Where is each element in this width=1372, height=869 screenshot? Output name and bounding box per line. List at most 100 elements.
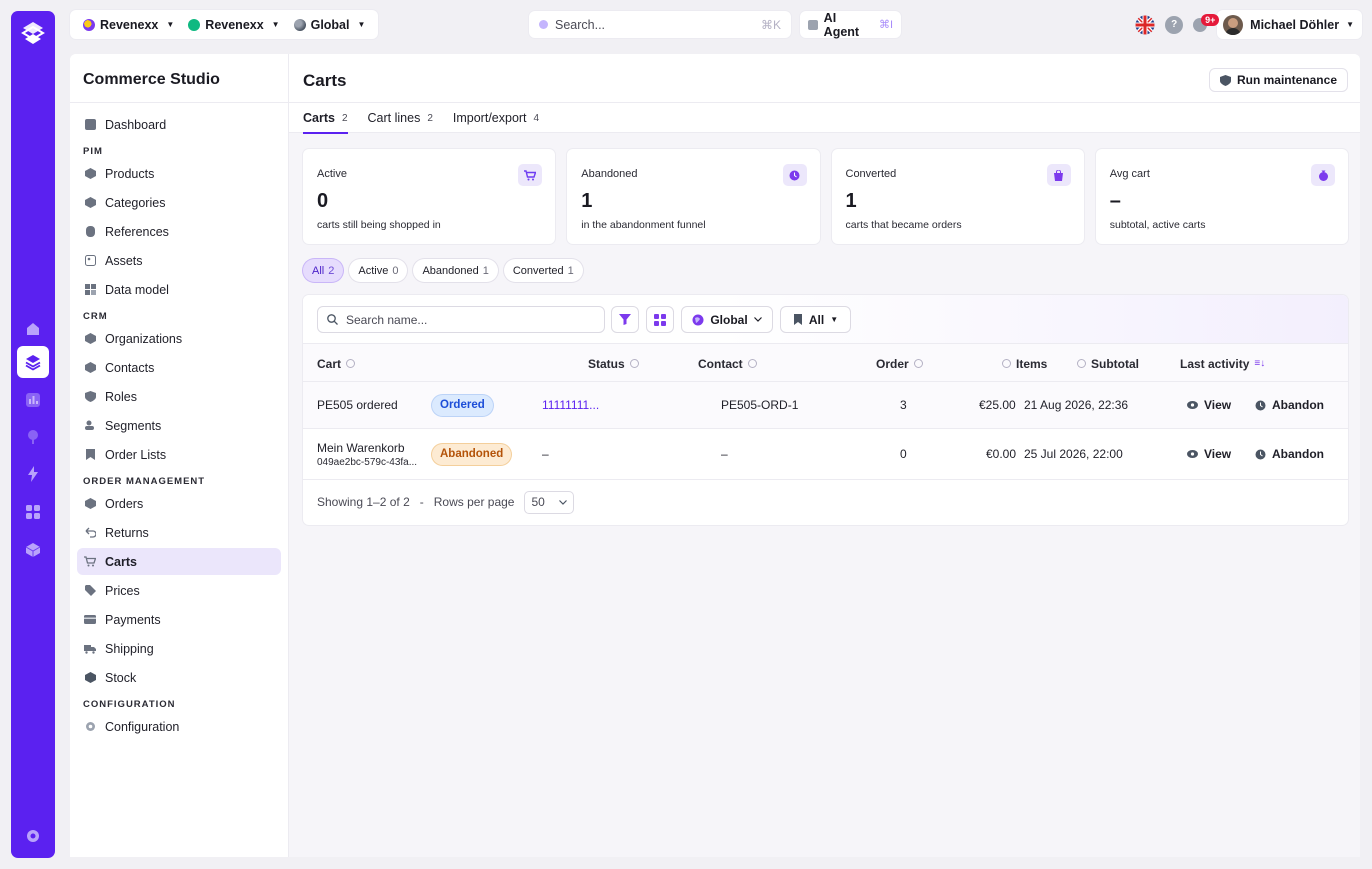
dashboard-icon xyxy=(84,119,96,131)
sidebar-nav: Dashboard PIM Products Categories Refere… xyxy=(70,103,288,750)
table-row[interactable]: PE505 ordered Ordered 11111111... PE505-… xyxy=(303,382,1348,429)
rows-per-page-select[interactable]: 50 xyxy=(524,490,575,514)
chip-label: Converted xyxy=(512,264,564,277)
table-search-placeholder: Search name... xyxy=(346,312,428,327)
apps-grid-icon[interactable] xyxy=(17,496,49,528)
table-search-input[interactable]: Search name... xyxy=(317,306,605,333)
column-header-items[interactable]: Items xyxy=(1002,344,1047,383)
abandon-button[interactable]: Abandon xyxy=(1255,382,1324,428)
stat-card-avg-cart: Avg cart – subtotal, active carts xyxy=(1095,149,1348,244)
cube-icon[interactable] xyxy=(17,534,49,566)
sidebar-item-references[interactable]: References xyxy=(77,218,281,245)
sidebar-item-categories[interactable]: Categories xyxy=(77,189,281,216)
channel-selector[interactable]: Revenexx ▼ xyxy=(183,10,284,39)
sidebar-item-label: Orders xyxy=(105,496,144,511)
content-area: Carts Run maintenance Carts 2 Cart lines… xyxy=(289,54,1360,857)
filter-button[interactable] xyxy=(611,306,639,333)
uk-flag-icon[interactable] xyxy=(1135,15,1155,35)
chip-abandoned[interactable]: Abandoned 1 xyxy=(413,259,498,282)
bookmark-icon xyxy=(793,314,802,325)
chip-count: 1 xyxy=(482,264,489,277)
sidebar-item-orders[interactable]: Orders xyxy=(77,490,281,517)
column-header-order[interactable]: Order xyxy=(876,344,923,383)
help-icon[interactable]: ? xyxy=(1165,15,1184,34)
scope-selector[interactable]: Global ▼ xyxy=(289,10,371,39)
sidebar-item-order-lists[interactable]: Order Lists xyxy=(77,441,281,468)
stat-value: 0 xyxy=(317,190,329,212)
truck-icon xyxy=(84,643,96,655)
sidebar-item-data-model[interactable]: Data model xyxy=(77,276,281,303)
chevron-down-icon xyxy=(753,317,762,322)
sidebar-item-label: Stock xyxy=(105,670,137,685)
search-icon xyxy=(327,314,338,325)
columns-button[interactable] xyxy=(646,306,674,333)
column-header-cart[interactable]: Cart xyxy=(317,344,356,383)
stat-caption: carts that became orders xyxy=(845,219,962,231)
order-number: PE505-ORD-1 xyxy=(721,398,799,412)
notifications-button[interactable]: 9+ xyxy=(1193,13,1220,32)
last-activity: 21 Aug 2026, 22:36 xyxy=(1024,398,1129,412)
column-header-contact[interactable]: Contact xyxy=(698,344,757,383)
stat-card-converted: Converted 1 carts that became orders xyxy=(831,149,1084,244)
run-maintenance-button[interactable]: Run maintenance xyxy=(1208,68,1348,92)
items-count: 3 xyxy=(900,398,907,412)
chevron-down-icon: ▼ xyxy=(357,20,366,29)
user-menu[interactable]: Michael Döhler ▼ xyxy=(1217,10,1362,39)
sidebar-item-products[interactable]: Products xyxy=(77,160,281,187)
column-label: Contact xyxy=(698,356,743,371)
sidebar-item-assets[interactable]: Assets xyxy=(77,247,281,274)
chip-active[interactable]: Active 0 xyxy=(349,259,408,282)
stat-label: Active xyxy=(317,168,347,180)
sidebar-item-roles[interactable]: Roles xyxy=(77,383,281,410)
location-pin-icon[interactable] xyxy=(17,421,49,453)
cart-name: Mein Warenkorb xyxy=(317,440,405,455)
column-header-status[interactable]: Status xyxy=(588,344,639,383)
sidebar-item-organizations[interactable]: Organizations xyxy=(77,325,281,352)
column-label: Subtotal xyxy=(1091,356,1139,371)
sidebar-item-shipping[interactable]: Shipping xyxy=(77,635,281,662)
tenant-label: Revenexx xyxy=(100,17,159,32)
sidebar-item-carts[interactable]: Carts xyxy=(77,548,281,575)
tab-cart-lines[interactable]: Cart lines 2 xyxy=(368,103,433,133)
global-search-input[interactable]: Search... ⌘K xyxy=(529,11,791,38)
eye-icon xyxy=(1187,401,1198,409)
commerce-layers-icon[interactable] xyxy=(17,346,49,378)
brand-logo-icon[interactable] xyxy=(19,19,47,47)
sidebar-item-configuration[interactable]: Configuration xyxy=(77,713,281,740)
table-row[interactable]: Mein Warenkorb 049ae2bc-579c-43fa... Aba… xyxy=(303,429,1348,480)
settings-gear-icon[interactable] xyxy=(17,820,49,852)
contact-link[interactable]: 11111111... xyxy=(542,382,599,428)
cart-icon xyxy=(518,164,543,186)
chip-count: 1 xyxy=(567,264,574,277)
carts-table-card: Search name... Global All ▼ Cart Status … xyxy=(303,295,1348,525)
column-header-subtotal[interactable]: Subtotal xyxy=(1077,344,1139,383)
sidebar-item-stock[interactable]: Stock xyxy=(77,664,281,691)
chip-converted[interactable]: Converted 1 xyxy=(503,259,583,282)
pagination-summary: Showing 1–2 of 2 xyxy=(317,495,410,509)
column-header-last-activity[interactable]: Last activity ≡↓ xyxy=(1180,344,1265,383)
tab-carts[interactable]: Carts 2 xyxy=(303,103,348,134)
tab-import-export[interactable]: Import/export 4 xyxy=(453,103,539,133)
sidebar-item-returns[interactable]: Returns xyxy=(77,519,281,546)
app-rail xyxy=(11,11,55,858)
home-icon[interactable] xyxy=(17,313,49,345)
tenant-selector[interactable]: Revenexx ▼ xyxy=(78,10,179,39)
view-button[interactable]: View xyxy=(1187,429,1231,479)
scope-label: Global xyxy=(310,17,350,32)
sidebar-item-prices[interactable]: Prices xyxy=(77,577,281,604)
sidebar-item-segments[interactable]: Segments xyxy=(77,412,281,439)
sidebar-item-payments[interactable]: Payments xyxy=(77,606,281,633)
search-placeholder: Search... xyxy=(555,17,606,32)
sidebar-item-dashboard[interactable]: Dashboard xyxy=(77,111,281,138)
analytics-icon[interactable] xyxy=(17,384,49,416)
chip-label: Active xyxy=(358,264,389,277)
scope-filter-select[interactable]: Global xyxy=(681,306,773,333)
list-filter-select[interactable]: All ▼ xyxy=(780,306,851,333)
ai-agent-button[interactable]: AI Agent ⌘I xyxy=(800,11,901,39)
view-button[interactable]: View xyxy=(1187,382,1231,428)
sidebar-item-contacts[interactable]: Contacts xyxy=(77,354,281,381)
abandon-button[interactable]: Abandon xyxy=(1255,429,1324,479)
chip-all[interactable]: All 2 xyxy=(303,259,344,282)
lightning-icon[interactable] xyxy=(17,458,49,490)
bookmark-icon xyxy=(84,449,96,461)
